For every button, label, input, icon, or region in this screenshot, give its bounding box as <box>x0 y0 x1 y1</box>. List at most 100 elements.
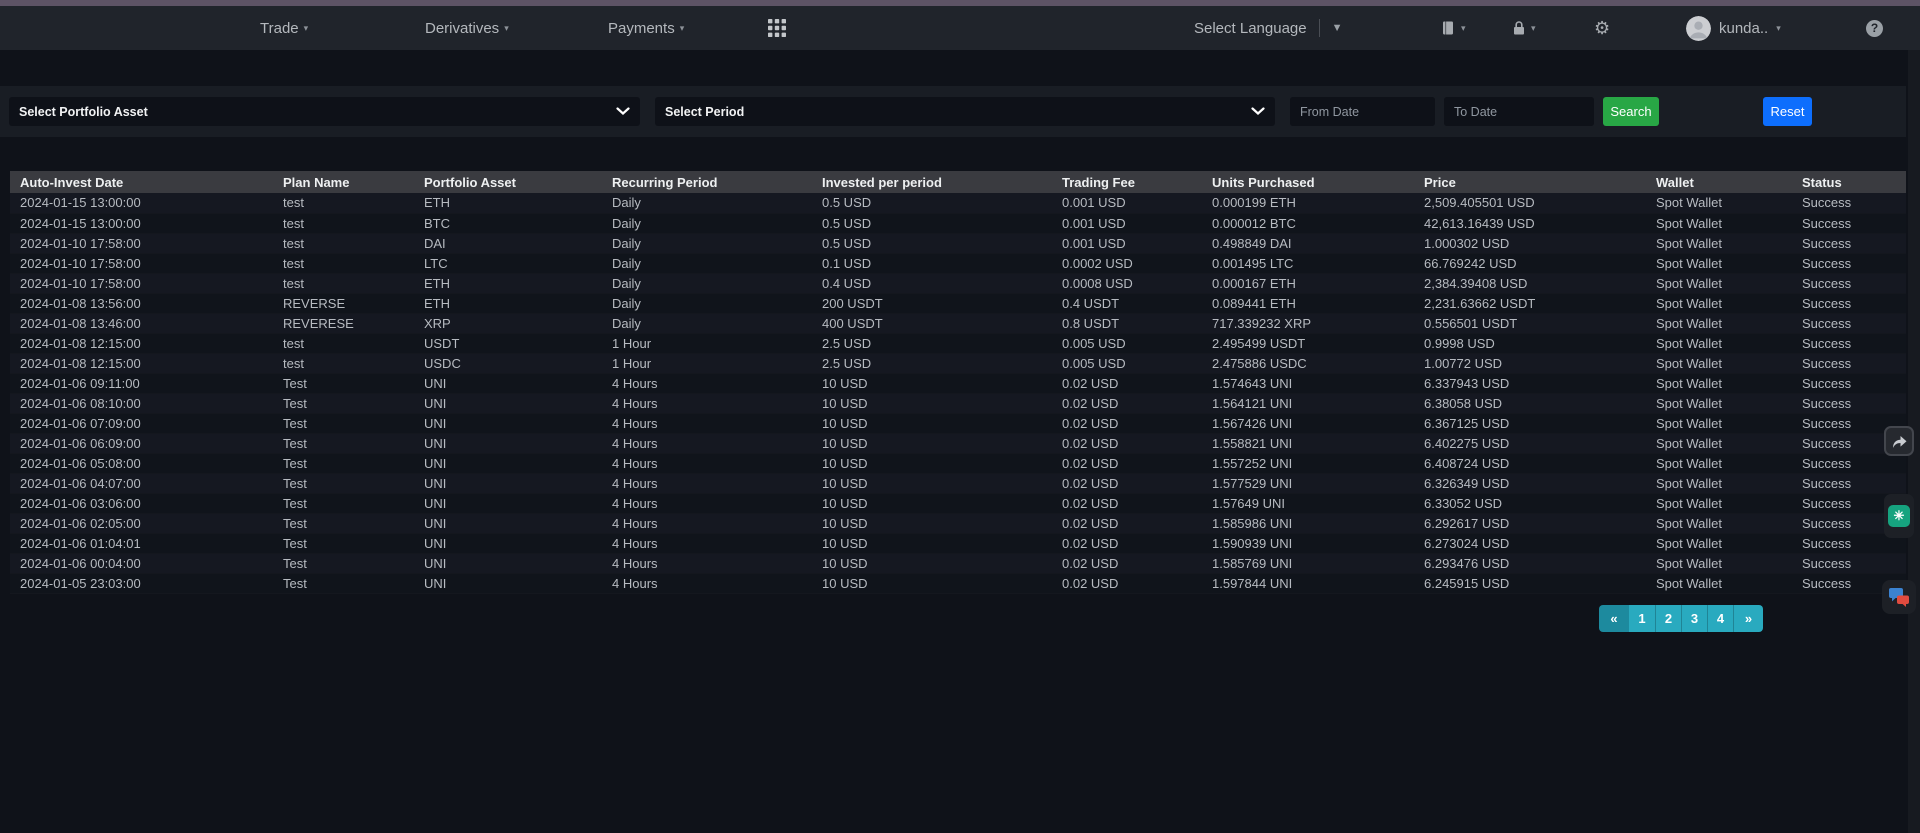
table-cell: Success <box>1792 193 1906 213</box>
page-button[interactable]: 1 <box>1629 605 1655 632</box>
table-cell: Success <box>1792 273 1906 293</box>
nav-menu-derivatives[interactable]: Derivatives ▾ <box>425 6 509 50</box>
table-cell: test <box>273 213 414 233</box>
table-cell: 6.326349 USD <box>1414 473 1646 493</box>
table-cell: Spot Wallet <box>1646 353 1792 373</box>
chat-bubbles-icon <box>1888 587 1910 607</box>
pagination-next-button[interactable]: » <box>1733 605 1763 632</box>
table-cell: test <box>273 193 414 213</box>
table-cell: 0.000012 BTC <box>1202 213 1414 233</box>
chat-widget-button[interactable] <box>1882 580 1916 614</box>
help-button[interactable]: ? <box>1866 6 1883 50</box>
assistant-widget-button[interactable]: ✳ <box>1884 494 1914 538</box>
table-cell: 1.564121 UNI <box>1202 393 1414 413</box>
table-row: 2024-01-06 05:08:00TestUNI4 Hours10 USD0… <box>10 453 1906 473</box>
page-button[interactable]: 2 <box>1655 605 1681 632</box>
column-header-price: Price <box>1414 171 1646 193</box>
table-cell: Spot Wallet <box>1646 373 1792 393</box>
apps-grid-button[interactable] <box>768 6 786 50</box>
table-cell: Daily <box>602 253 812 273</box>
table-cell: 2024-01-06 08:10:00 <box>10 393 273 413</box>
page-button[interactable]: 4 <box>1707 605 1733 632</box>
nav-menu-derivatives-label: Derivatives <box>425 20 499 37</box>
table-cell: 0.5 USD <box>812 233 1052 253</box>
to-date-field-wrap <box>1444 97 1594 126</box>
table-cell: UNI <box>414 513 602 533</box>
period-select[interactable]: Select Period <box>655 97 1275 126</box>
portfolio-asset-select[interactable]: Select Portfolio Asset <box>9 97 640 126</box>
table-cell: 0.0002 USD <box>1052 253 1202 273</box>
table-cell: 1.577529 UNI <box>1202 473 1414 493</box>
table-cell: test <box>273 253 414 273</box>
to-date-input[interactable] <box>1444 97 1594 126</box>
table-cell: 0.000199 ETH <box>1202 193 1414 213</box>
table-cell: 4 Hours <box>602 533 812 553</box>
table-cell: 4 Hours <box>602 413 812 433</box>
table-cell: 1.590939 UNI <box>1202 533 1414 553</box>
table-cell: Success <box>1792 473 1906 493</box>
period-select-value: Select Period <box>665 105 744 119</box>
table-cell: 200 USDT <box>812 293 1052 313</box>
divider <box>1319 19 1320 37</box>
table-cell: Success <box>1792 213 1906 233</box>
language-selector[interactable]: Select Language ▼ <box>1194 6 1343 50</box>
table-cell: 2024-01-06 09:11:00 <box>10 373 273 393</box>
table-cell: 0.02 USD <box>1052 413 1202 433</box>
table-cell: 2024-01-06 03:06:00 <box>10 493 273 513</box>
user-account-menu[interactable]: kunda.. ▾ <box>1686 6 1781 50</box>
table-row: 2024-01-10 17:58:00testDAIDaily0.5 USD0.… <box>10 233 1906 253</box>
table-row: 2024-01-06 08:10:00TestUNI4 Hours10 USD0… <box>10 393 1906 413</box>
table-cell: 2024-01-06 07:09:00 <box>10 413 273 433</box>
table-cell: 1.558821 UNI <box>1202 433 1414 453</box>
table-cell: Spot Wallet <box>1646 453 1792 473</box>
share-widget-button[interactable] <box>1884 426 1914 456</box>
table-cell: 1 Hour <box>602 333 812 353</box>
table-cell: 2024-01-15 13:00:00 <box>10 193 273 213</box>
page-button[interactable]: 3 <box>1681 605 1707 632</box>
table-cell: LTC <box>414 253 602 273</box>
table-cell: 10 USD <box>812 453 1052 473</box>
help-icon: ? <box>1866 20 1883 37</box>
table-cell: UNI <box>414 413 602 433</box>
table-cell: 2.5 USD <box>812 353 1052 373</box>
table-cell: 0.5 USD <box>812 213 1052 233</box>
table-row: 2024-01-06 04:07:00TestUNI4 Hours10 USD0… <box>10 473 1906 493</box>
table-cell: Spot Wallet <box>1646 553 1792 573</box>
table-cell: test <box>273 353 414 373</box>
settings-button[interactable]: ⚙ <box>1594 6 1610 50</box>
table-cell: 0.556501 USDT <box>1414 313 1646 333</box>
auto-invest-history-table: Auto-Invest Date Plan Name Portfolio Ass… <box>10 171 1906 594</box>
table-cell: 10 USD <box>812 573 1052 593</box>
table-cell: Test <box>273 393 414 413</box>
pagination-prev-button[interactable]: « <box>1599 605 1629 632</box>
share-arrow-icon <box>1891 434 1908 449</box>
search-button[interactable]: Search <box>1603 97 1659 126</box>
table-row: 2024-01-06 01:04:01TestUNI4 Hours10 USD0… <box>10 533 1906 553</box>
table-cell: Test <box>273 473 414 493</box>
table-cell: 10 USD <box>812 373 1052 393</box>
from-date-input[interactable] <box>1290 97 1435 126</box>
table-cell: 10 USD <box>812 493 1052 513</box>
table-cell: UNI <box>414 433 602 453</box>
table-cell: Test <box>273 533 414 553</box>
table-cell: 0.8 USDT <box>1052 313 1202 333</box>
table-cell: Spot Wallet <box>1646 253 1792 273</box>
table-cell: 0.02 USD <box>1052 373 1202 393</box>
table-cell: UNI <box>414 573 602 593</box>
table-cell: 6.402275 USD <box>1414 433 1646 453</box>
table-cell: 0.4 USDT <box>1052 293 1202 313</box>
orders-book-button[interactable]: ▾ <box>1440 6 1466 50</box>
table-cell: Spot Wallet <box>1646 213 1792 233</box>
table-cell: UNI <box>414 493 602 513</box>
table-cell: UNI <box>414 553 602 573</box>
nav-menu-payments[interactable]: Payments ▾ <box>608 6 684 50</box>
table-row: 2024-01-06 09:11:00TestUNI4 Hours10 USD0… <box>10 373 1906 393</box>
table-cell: 2,384.39408 USD <box>1414 273 1646 293</box>
table-cell: 0.02 USD <box>1052 453 1202 473</box>
table-cell: 4 Hours <box>602 393 812 413</box>
table-cell: 717.339232 XRP <box>1202 313 1414 333</box>
security-menu-button[interactable]: ▾ <box>1512 6 1536 50</box>
nav-menu-trade[interactable]: Trade ▾ <box>260 6 308 50</box>
chevron-down-icon: ▾ <box>1531 24 1536 33</box>
reset-button[interactable]: Reset <box>1763 97 1812 126</box>
